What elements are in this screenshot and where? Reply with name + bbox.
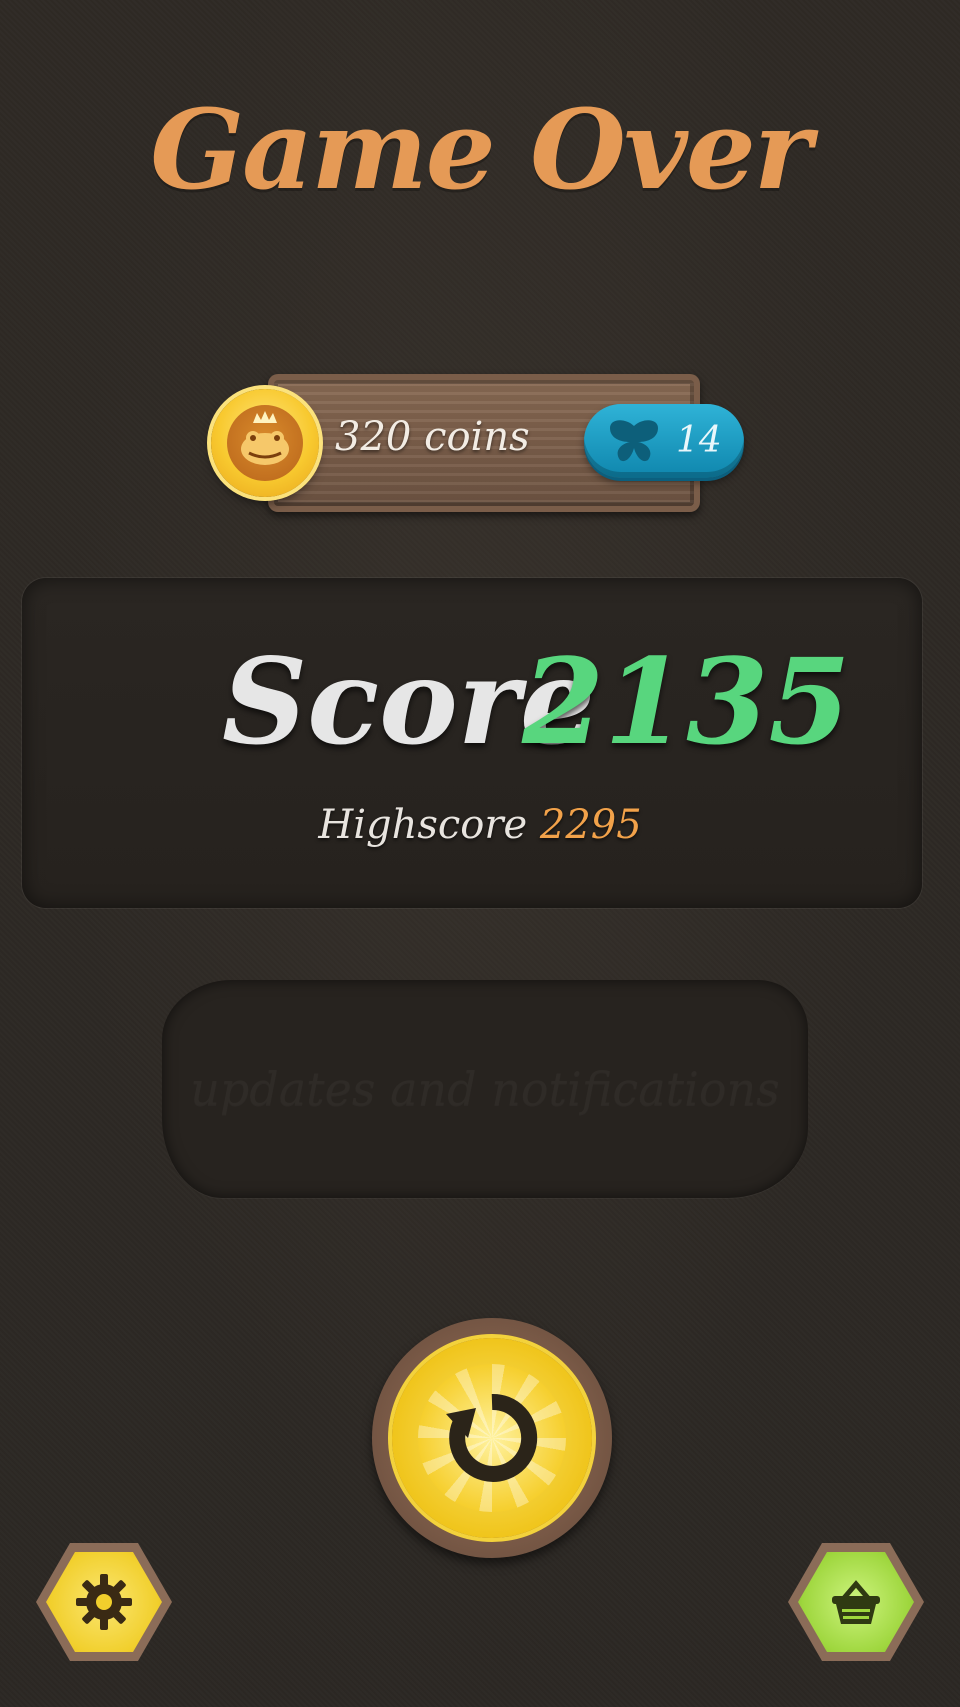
score-value: 2135 <box>522 632 851 771</box>
highscore-line: Highscore 2295 <box>0 802 960 848</box>
settings-button[interactable] <box>36 1543 172 1661</box>
highscore-value: 2295 <box>539 802 642 848</box>
frog-king-coin-icon <box>211 389 319 497</box>
replay-icon <box>446 1393 538 1482</box>
basket-icon <box>832 1580 880 1624</box>
notifications-placeholder: updates and notifications <box>190 1062 780 1116</box>
shop-button[interactable] <box>788 1543 924 1661</box>
game-over-title: Game Over <box>150 85 812 214</box>
butterfly-icon <box>610 420 658 462</box>
butterfly-count: 14 <box>676 420 722 461</box>
coins-count: 320 coins <box>335 414 530 460</box>
highscore-label: Highscore <box>318 802 528 848</box>
gear-icon <box>76 1574 132 1630</box>
replay-button[interactable] <box>372 1318 612 1558</box>
